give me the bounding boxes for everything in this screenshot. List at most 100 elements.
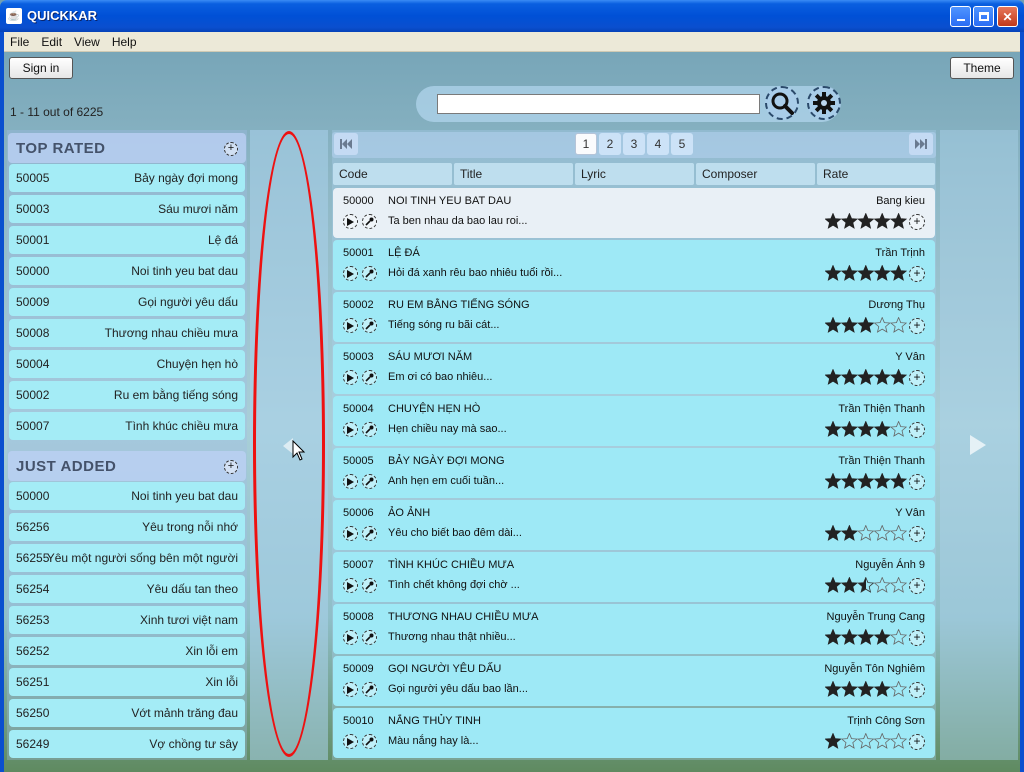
add-to-playlist-button[interactable]: + [909,214,925,230]
page-button[interactable]: 1 [575,133,597,155]
theme-button[interactable]: Theme [950,57,1014,79]
star-icon[interactable] [857,681,875,697]
star-icon[interactable] [857,473,875,489]
star-icon[interactable] [873,681,891,697]
star-icon[interactable] [889,473,907,489]
star-icon[interactable] [825,733,842,749]
song-row[interactable]: 50009 GỌI NGƯỜI YÊU DẤU Nguyễn Tôn Nghiêm G… [333,656,935,706]
sing-button[interactable] [362,318,377,333]
star-icon[interactable] [857,629,875,645]
side-list-item[interactable]: 56249 Vợ chồng tư sây [9,730,245,758]
star-icon[interactable] [857,317,875,333]
sing-button[interactable] [362,578,377,593]
star-icon[interactable] [840,577,859,593]
star-icon[interactable] [825,317,842,333]
play-button[interactable] [343,370,358,385]
star-icon[interactable] [857,525,875,541]
star-rating[interactable] [825,421,907,438]
star-icon[interactable] [873,577,891,593]
add-to-playlist-button[interactable]: + [909,578,925,594]
side-list-item[interactable]: 50003 Sáu mươi năm [9,195,245,223]
page-button[interactable]: 5 [671,133,693,155]
play-button[interactable] [343,474,358,489]
star-icon[interactable] [889,577,907,593]
star-rating[interactable] [825,681,907,698]
sign-in-button[interactable]: Sign in [9,57,73,79]
search-input[interactable] [437,94,760,114]
first-page-button[interactable] [334,133,358,155]
top-rated-expand-button[interactable]: + [224,142,238,156]
star-icon[interactable] [889,265,907,281]
star-rating[interactable] [825,629,907,646]
side-list-item[interactable]: 56251 Xin lỗi [9,668,245,696]
menu-help[interactable]: Help [106,35,143,49]
play-button[interactable] [343,266,358,281]
star-icon[interactable] [889,369,907,385]
add-to-playlist-button[interactable]: + [909,630,925,646]
menu-edit[interactable]: Edit [35,35,68,49]
close-button[interactable]: ✕ [997,6,1018,27]
star-icon[interactable] [825,213,842,229]
column-header-composer[interactable]: Composer [696,163,815,185]
side-list-item[interactable]: 50007 Tình khúc chiều mưa [9,412,245,440]
menu-view[interactable]: View [68,35,106,49]
star-icon[interactable] [840,421,859,437]
star-icon[interactable] [873,317,891,333]
star-icon[interactable] [825,421,842,437]
minimize-button[interactable] [950,6,971,27]
star-rating[interactable] [825,577,907,594]
add-to-playlist-button[interactable]: + [909,474,925,490]
menu-file[interactable]: File [4,35,35,49]
add-to-playlist-button[interactable]: + [909,734,925,750]
search-button[interactable] [765,86,799,120]
just-added-expand-button[interactable]: + [224,460,238,474]
sing-button[interactable] [362,214,377,229]
add-to-playlist-button[interactable]: + [909,526,925,542]
star-rating[interactable] [825,265,907,282]
add-to-playlist-button[interactable]: + [909,422,925,438]
play-button[interactable] [343,630,358,645]
play-button[interactable] [343,578,358,593]
star-icon[interactable] [840,317,859,333]
star-icon[interactable] [857,265,875,281]
star-icon[interactable] [873,473,891,489]
side-list-item[interactable]: 50000 Noi tinh yeu bat dau [9,257,245,285]
star-icon[interactable] [840,733,859,749]
star-rating[interactable] [825,369,907,386]
add-to-playlist-button[interactable]: + [909,682,925,698]
song-row[interactable]: 50005 BẢY NGÀY ĐỢI MONG Trần Thiện Thanh An… [333,448,935,498]
side-list-item[interactable]: 56256 Yêu trong nỗi nhớ [9,513,245,541]
star-icon[interactable] [840,681,859,697]
play-button[interactable] [343,214,358,229]
star-icon[interactable] [889,733,907,749]
sing-button[interactable] [362,526,377,541]
last-page-button[interactable] [909,133,933,155]
side-list-item[interactable]: 56254 Yêu dấu tan theo [9,575,245,603]
star-icon[interactable] [889,525,907,541]
star-icon[interactable] [825,369,842,385]
star-icon[interactable] [857,213,875,229]
star-icon[interactable] [825,525,842,541]
add-to-playlist-button[interactable]: + [909,318,925,334]
sing-button[interactable] [362,370,377,385]
star-icon[interactable] [840,213,859,229]
sing-button[interactable] [362,682,377,697]
play-button[interactable] [343,682,358,697]
star-icon[interactable] [873,733,891,749]
star-icon[interactable] [840,369,859,385]
star-rating[interactable] [825,733,907,750]
side-list-item[interactable]: 50009 Gọi người yêu dấu [9,288,245,316]
song-row[interactable]: 50010 NẮNG THỦY TINH Trịnh Công Sơn Màu nắn… [333,708,935,758]
column-header-rate[interactable]: Rate [817,163,935,185]
star-icon[interactable] [825,681,842,697]
side-list-item[interactable]: 50004 Chuyện hẹn hò [9,350,245,378]
play-button[interactable] [343,422,358,437]
song-row[interactable]: 50001 LỆ ĐÁ Trần Trịnh Hỏi đá xanh rêu bao … [333,240,935,290]
side-list-item[interactable]: 56250 Vớt mảnh trăng đau [9,699,245,727]
song-row[interactable]: 50000 NOI TINH YEU BAT DAU Bang kieu Ta ben… [333,188,935,238]
star-icon[interactable] [873,525,891,541]
side-list-item[interactable]: 56252 Xin lỗi em [9,637,245,665]
play-button[interactable] [343,734,358,749]
star-icon[interactable] [889,213,907,229]
star-icon[interactable] [825,577,842,593]
